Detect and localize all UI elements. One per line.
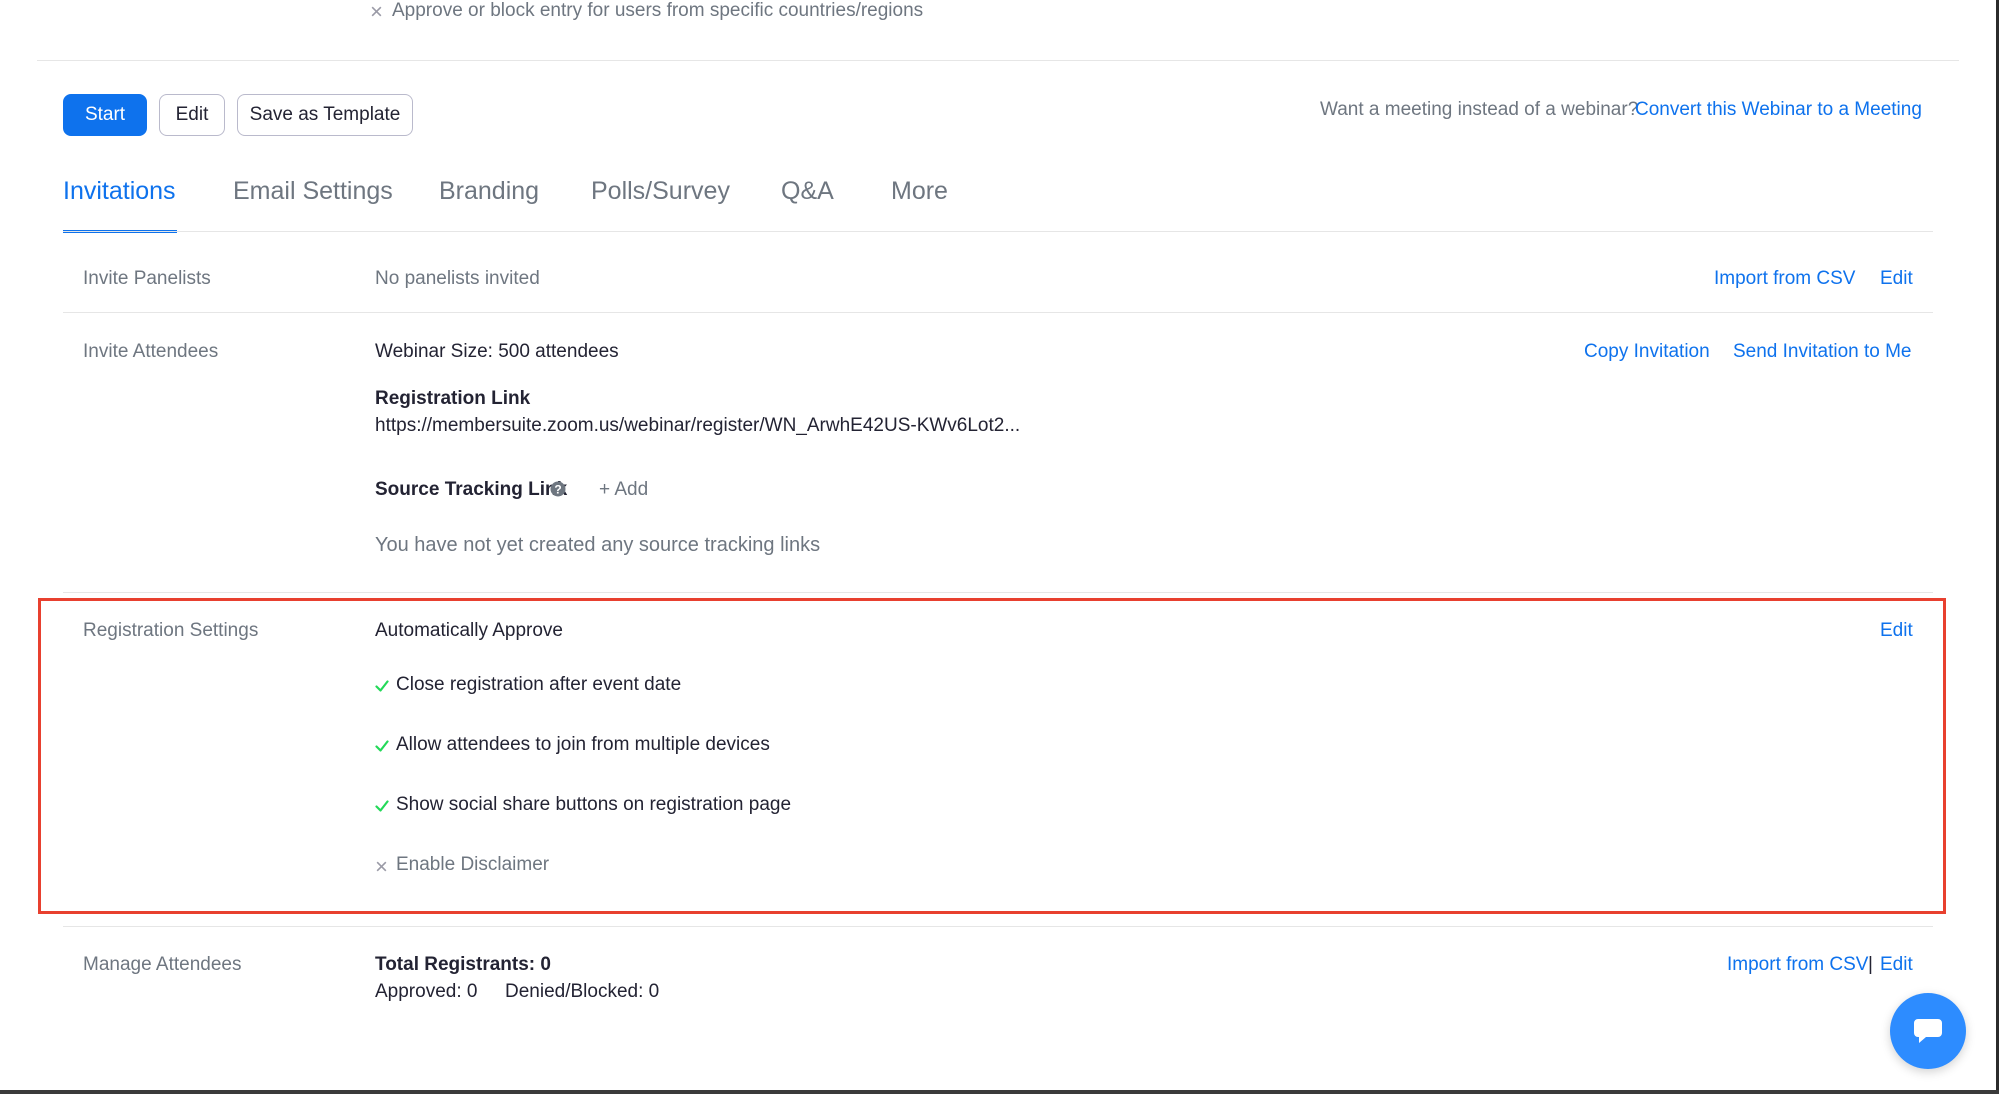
link-separator: | <box>1868 954 1873 975</box>
divider <box>63 926 1933 927</box>
source-tracking-empty: You have not yet created any source trac… <box>375 534 821 556</box>
setting-multiple-devices: Allow attendees to join from multiple de… <box>396 734 770 755</box>
check-icon <box>375 680 389 692</box>
registration-settings-edit-link[interactable]: Edit <box>1880 620 1913 642</box>
registration-link-url[interactable]: https://membersuite.zoom.us/webinar/regi… <box>375 415 1020 437</box>
invite-panelists-label: Invite Panelists <box>83 268 211 289</box>
save-as-template-button[interactable]: Save as Template <box>237 94 413 136</box>
approved-count: Approved: 0 <box>375 981 478 1002</box>
svg-text:?: ? <box>554 483 561 497</box>
window-bottom-edge <box>0 1090 1999 1094</box>
source-tracking-title: Source Tracking Link <box>375 479 568 500</box>
webinar-size: Webinar Size: 500 attendees <box>375 341 619 362</box>
panelists-import-csv-link[interactable]: Import from CSV <box>1714 268 1855 290</box>
tab-branding[interactable]: Branding <box>439 177 539 206</box>
copy-invitation-link[interactable]: Copy Invitation <box>1584 341 1710 363</box>
denied-count: Denied/Blocked: 0 <box>505 981 660 1002</box>
setting-close-registration: Close registration after event date <box>396 674 682 695</box>
tabs-divider <box>63 231 1933 232</box>
tab-invitations[interactable]: Invitations <box>63 177 176 206</box>
attendees-import-csv-link[interactable]: Import from CSV <box>1727 954 1868 976</box>
divider <box>63 312 1933 313</box>
divider <box>37 60 1959 61</box>
edit-button[interactable]: Edit <box>159 94 225 136</box>
send-invitation-link[interactable]: Send Invitation to Me <box>1733 341 1912 363</box>
attendees-edit-link[interactable]: Edit <box>1880 954 1913 976</box>
registration-link-title: Registration Link <box>375 388 531 409</box>
invite-attendees-label: Invite Attendees <box>83 341 219 362</box>
tab-more[interactable]: More <box>891 177 948 206</box>
add-source-tracking-link[interactable]: + Add <box>599 479 648 501</box>
check-icon <box>375 800 389 812</box>
help-icon[interactable]: ? <box>550 481 566 497</box>
divider <box>63 592 1933 593</box>
panelists-edit-link[interactable]: Edit <box>1880 268 1913 290</box>
total-registrants: Total Registrants: 0 <box>375 954 551 975</box>
registration-settings-label: Registration Settings <box>83 620 259 641</box>
registration-settings-highlight <box>38 598 1946 914</box>
convert-prompt: Want a meeting instead of a webinar? <box>1320 99 1639 120</box>
check-icon <box>375 740 389 752</box>
tab-qa[interactable]: Q&A <box>781 177 834 206</box>
chat-button[interactable] <box>1890 993 1966 1069</box>
approval-mode: Automatically Approve <box>375 620 563 641</box>
setting-social-share: Show social share buttons on registratio… <box>396 794 792 815</box>
x-icon <box>371 6 382 17</box>
x-icon <box>376 861 387 872</box>
geo-restriction-option: Approve or block entry for users from sp… <box>392 0 924 21</box>
chat-bubble-icon <box>1914 1019 1942 1043</box>
start-button[interactable]: Start <box>63 94 147 136</box>
convert-to-meeting-link[interactable]: Convert this Webinar to a Meeting <box>1635 99 1922 121</box>
setting-enable-disclaimer: Enable Disclaimer <box>396 854 550 875</box>
manage-attendees-label: Manage Attendees <box>83 954 242 975</box>
panelists-value: No panelists invited <box>375 268 540 289</box>
tab-polls-survey[interactable]: Polls/Survey <box>591 177 730 206</box>
tab-email-settings[interactable]: Email Settings <box>233 177 393 206</box>
